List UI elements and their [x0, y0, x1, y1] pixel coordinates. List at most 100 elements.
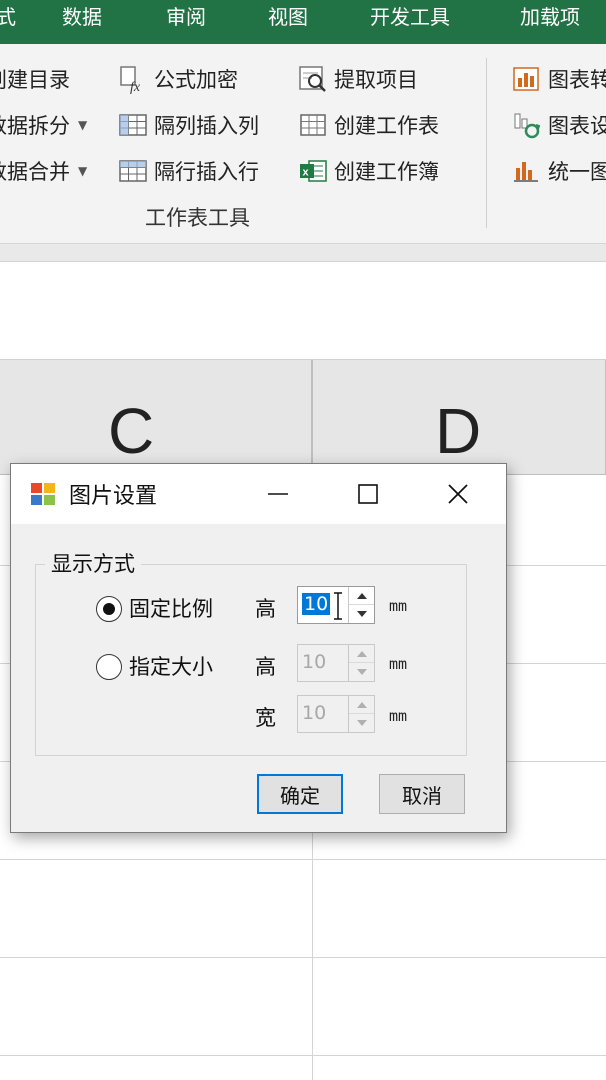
size-height-spinner[interactable]: 10	[297, 644, 375, 682]
table-grid-icon	[118, 110, 148, 140]
caret-down-icon	[356, 611, 367, 617]
grid-row-line	[0, 957, 606, 958]
tab-addins[interactable]: 加载项	[520, 0, 580, 36]
fixed-size-radio[interactable]	[96, 654, 122, 680]
insert-row-alternate-button[interactable]: 隔行插入行	[118, 154, 259, 188]
chevron-down-icon: ▼	[78, 118, 88, 132]
size-width-value[interactable]: 10	[302, 702, 326, 724]
create-worksheet-button[interactable]: 创建工作表	[298, 108, 439, 142]
spin-down-button[interactable]	[349, 605, 374, 623]
ok-button[interactable]: 确定	[257, 774, 343, 814]
tab-view[interactable]: 视图	[268, 0, 308, 36]
maximize-button[interactable]	[345, 472, 391, 516]
caret-up-icon	[356, 701, 367, 708]
svg-text:fx: fx	[130, 80, 141, 94]
formula-encrypt-button[interactable]: fx 公式加密	[118, 62, 238, 96]
minimize-icon	[268, 493, 288, 495]
create-directory-label: 创建目录	[0, 68, 70, 92]
chevron-down-icon: ▼	[78, 164, 88, 178]
table-grid-icon	[118, 156, 148, 186]
chart-settings-button[interactable]: 图表设	[512, 108, 606, 142]
size-width-unit: mm	[389, 707, 408, 725]
extract-items-button[interactable]: 提取项目	[298, 62, 418, 96]
size-height-label: 高	[255, 655, 276, 679]
unify-chart-label: 统一图	[548, 160, 606, 184]
size-width-label: 宽	[255, 706, 276, 730]
ratio-height-value[interactable]: 10	[302, 593, 331, 615]
fixed-size-label[interactable]: 指定大小	[129, 651, 213, 681]
tab-data[interactable]: 数据	[62, 0, 102, 36]
column-letter-d: D	[435, 395, 482, 467]
caret-up-icon	[356, 650, 367, 657]
column-header-c[interactable]: C	[0, 360, 312, 475]
size-width-arrows	[348, 696, 374, 732]
fixed-ratio-label[interactable]: 固定比例	[129, 593, 213, 623]
magnifier-icon	[298, 64, 328, 94]
spin-up-button[interactable]	[349, 696, 374, 714]
formula-bar-area[interactable]	[0, 262, 606, 360]
size-height-arrows	[348, 645, 374, 681]
size-height-value[interactable]: 10	[302, 651, 326, 673]
size-height-unit: mm	[389, 655, 408, 673]
insert-column-alternate-label: 隔列插入列	[154, 114, 259, 138]
chart-refresh-icon	[512, 110, 542, 140]
caret-down-icon	[356, 720, 367, 726]
chart-settings-label: 图表设	[548, 114, 606, 138]
image-settings-dialog: 图片设置 显示方式 固定比例 高 10 mm 指定大小 高 10 mm 宽 10…	[10, 463, 507, 833]
bar-chart-icon	[512, 64, 542, 94]
create-workbook-label: 创建工作簿	[334, 160, 439, 184]
app-window-icon	[29, 480, 57, 508]
chart-convert-label: 图表转	[548, 68, 606, 92]
create-directory-button[interactable]: 创建目录	[0, 62, 70, 96]
data-split-button[interactable]: 数据拆分 ▼	[0, 108, 87, 142]
svg-text:x: x	[303, 167, 310, 179]
tab-developer[interactable]: 开发工具	[370, 0, 450, 36]
maximize-icon	[358, 484, 378, 504]
ratio-height-unit: mm	[389, 597, 408, 615]
ratio-height-arrows	[348, 587, 374, 623]
column-letter-c: C	[108, 395, 155, 467]
data-split-label: 数据拆分	[0, 114, 70, 138]
extract-items-label: 提取项目	[334, 68, 418, 92]
minimize-button[interactable]	[255, 472, 301, 516]
caret-up-icon	[356, 592, 367, 599]
insert-row-alternate-label: 隔行插入行	[154, 160, 259, 184]
dialog-titlebar[interactable]: 图片设置	[11, 464, 506, 524]
ribbon-tab-bar: 式 数据 审阅 视图 开发工具 加载项	[0, 0, 606, 44]
create-worksheet-label: 创建工作表	[334, 114, 439, 138]
data-merge-button[interactable]: 数据合并 ▼	[0, 154, 87, 188]
create-workbook-button[interactable]: x 创建工作簿	[298, 154, 439, 188]
formula-encrypt-label: 公式加密	[154, 68, 238, 92]
spin-up-button[interactable]	[349, 587, 374, 605]
spin-down-button[interactable]	[349, 663, 374, 681]
radio-selected-dot	[103, 603, 115, 615]
caret-down-icon	[356, 669, 367, 675]
chart-bars-icon	[512, 156, 542, 186]
data-merge-label: 数据合并	[0, 160, 70, 184]
cancel-button[interactable]: 取消	[379, 774, 465, 814]
ribbon-group-divider	[486, 58, 487, 228]
grid-row-line	[0, 859, 606, 860]
formula-fx-icon: fx	[118, 64, 148, 94]
chart-convert-button[interactable]: 图表转	[512, 62, 606, 96]
text-cursor-icon	[334, 592, 342, 620]
spin-up-button[interactable]	[349, 645, 374, 663]
worksheet-icon	[298, 110, 328, 140]
tab-review[interactable]: 审阅	[166, 0, 206, 36]
tab-formulas[interactable]: 式	[0, 0, 16, 36]
ratio-height-label: 高	[255, 597, 276, 621]
close-button[interactable]	[435, 472, 481, 516]
column-header-d[interactable]: D	[312, 360, 606, 475]
ribbon: 创建目录 数据拆分 ▼ 数据合并 ▼ fx 公式加密 隔列插入列 隔行插入行 提…	[0, 44, 606, 244]
ratio-height-spinner[interactable]: 10	[297, 586, 375, 624]
fixed-ratio-radio[interactable]	[96, 596, 122, 622]
unify-chart-button[interactable]: 统一图	[512, 154, 606, 188]
ribbon-bottom-band	[0, 244, 606, 262]
excel-icon: x	[298, 156, 328, 186]
dialog-title: 图片设置	[69, 484, 158, 509]
spin-down-button[interactable]	[349, 714, 374, 732]
insert-column-alternate-button[interactable]: 隔列插入列	[118, 108, 259, 142]
grid-row-line	[0, 1055, 606, 1056]
size-width-spinner[interactable]: 10	[297, 695, 375, 733]
display-mode-group-title: 显示方式	[45, 548, 141, 578]
